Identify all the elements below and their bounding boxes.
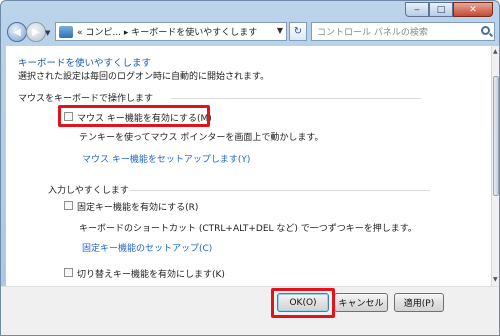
sticky-keys-label[interactable]: 固定キー機能を有効にする(R) [77,200,198,213]
minimize-button[interactable]: ‒ [405,2,429,17]
refresh-icon: ↻ [293,26,303,37]
scroll-thumb[interactable] [493,76,499,196]
highlight-box-mouse-keys [58,105,210,127]
vertical-scrollbar[interactable]: ▲ ▼ [491,46,499,286]
page-subtitle: 選択された設定は毎回のログオン時に自動的に開始されます。 [18,72,270,82]
sticky-keys-setup-link[interactable]: 固定キー機能のセットアップ(C) [82,241,212,254]
cancel-button[interactable]: キャンセル [334,293,388,312]
scroll-up-icon[interactable]: ▲ [493,48,498,55]
address-bar[interactable]: « コンピ... ▸ キーボードを使いやすくします ▼ [55,22,287,41]
title-bar: ‒ □ ✕ [1,1,499,19]
page-title: キーボードを使いやすくします [18,58,152,69]
group-divider [171,98,421,99]
caption-buttons: ‒ □ ✕ [405,2,493,17]
sticky-keys-checkbox[interactable] [64,201,73,210]
highlight-box-ok [271,288,335,318]
control-panel-icon [59,25,73,38]
back-button[interactable]: ◀ [7,22,27,42]
typing-group-label: 入力しやすくします [48,186,129,196]
navigation-bar: ◀ ▶ ▼ « コンピ... ▸ キーボードを使いやすくします ▼ ↻ コントロ… [5,19,495,45]
address-dropdown-icon[interactable]: ▼ [277,26,283,35]
search-placeholder: コントロール パネルの検索 [317,28,428,38]
maximize-button[interactable]: □ [429,2,453,17]
forward-arrow-icon: ▶ [32,26,40,38]
search-box[interactable]: コントロール パネルの検索 [311,22,495,41]
search-icon[interactable] [481,26,490,35]
mouse-keys-setup-link[interactable]: マウス キー機能をセットアップします(Y) [82,152,250,165]
sticky-keys-description: キーボードのショートカット (CTRL+ALT+DEL など) で一つずつキーを… [79,224,417,234]
refresh-button[interactable]: ↻ [289,22,307,41]
breadcrumb-computer[interactable]: コンピ... [85,28,121,38]
dialog-footer: OK(O) キャンセル 適用(P) [1,286,499,335]
address-overflow-chevron[interactable]: « [77,28,83,38]
breadcrumb-current[interactable]: キーボードを使いやすくします [131,28,257,38]
mouse-keys-description: テンキーを使ってマウス ポインターを画面上で動かします。 [79,133,324,143]
close-button[interactable]: ✕ [453,2,493,17]
group-divider [130,190,430,191]
toggle-keys-checkbox[interactable] [64,268,73,277]
toggle-keys-label[interactable]: 切り替えキー機能を有効にします(K) [77,267,225,280]
control-panel-window: ‒ □ ✕ ◀ ▶ ▼ « コンピ... ▸ キーボードを使いやすくします ▼ … [0,0,500,336]
forward-button[interactable]: ▶ [26,22,46,42]
back-arrow-icon: ◀ [13,26,21,38]
recent-pages-dropdown-icon[interactable]: ▼ [45,29,50,37]
scroll-down-icon[interactable]: ▼ [493,276,498,283]
mouse-group-label: マウスをキーボードで操作します [18,94,154,104]
content-pane: キーボードを使いやすくします 選択された設定は毎回のログオン時に自動的に開始され… [6,46,491,286]
apply-button[interactable]: 適用(P) [394,293,444,312]
breadcrumb-separator[interactable]: ▸ [124,28,129,38]
